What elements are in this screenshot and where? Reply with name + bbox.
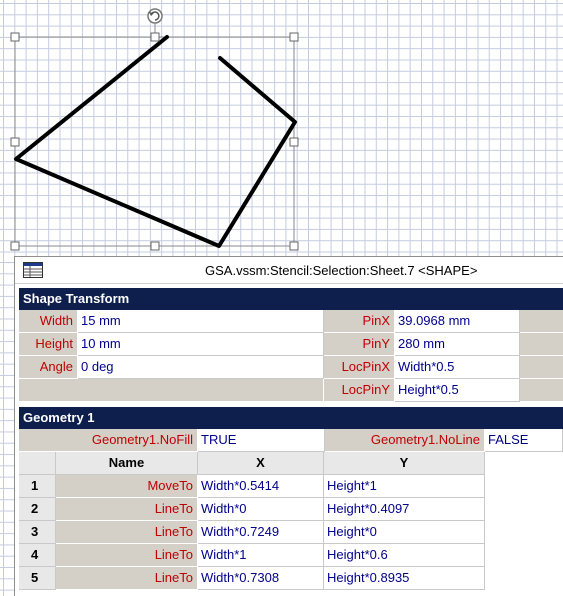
geometry-row: 5 LineTo Width*0.7308 Height*0.8935 [19, 567, 563, 590]
transform-filler [520, 310, 563, 333]
rotation-handle-icon[interactable] [147, 8, 163, 24]
header-filler [485, 452, 563, 475]
shapesheet-titlebar[interactable]: GSA.vssm:Stencil:Selection:Sheet.7 <SHAP… [15, 257, 563, 284]
column-header-x[interactable]: X [198, 452, 324, 475]
piny-value[interactable]: 280 mm [395, 333, 520, 356]
row-y-value[interactable]: Height*0 [324, 521, 485, 544]
row-y-value[interactable]: Height*0.8935 [324, 567, 485, 590]
geometry-polyline[interactable] [14, 35, 297, 248]
rownum-header [19, 452, 56, 475]
drawing-canvas[interactable] [0, 0, 563, 262]
resize-handle-bottom-right[interactable] [289, 241, 299, 251]
row-name: LineTo [56, 567, 198, 590]
column-header-y[interactable]: Y [324, 452, 485, 475]
row-x-value[interactable]: Width*0 [198, 498, 324, 521]
row-number[interactable]: 2 [19, 498, 56, 521]
row-name: LineTo [56, 498, 198, 521]
noline-label: Geometry1.NoLine [325, 429, 485, 452]
resize-handle-bottom[interactable] [150, 241, 160, 251]
locpinx-value[interactable]: Width*0.5 [395, 356, 520, 379]
width-value[interactable]: 15 mm [78, 310, 324, 333]
transform-row-4: LocPinY Height*0.5 [19, 379, 563, 402]
geometry-props-row: Geometry1.NoFill TRUE Geometry1.NoLine F… [19, 429, 563, 452]
height-value[interactable]: 10 mm [78, 333, 324, 356]
geometry-row: 4 LineTo Width*1 Height*0.6 [19, 544, 563, 567]
resize-handle-top-right[interactable] [289, 32, 299, 42]
angle-label: Angle [19, 356, 78, 379]
row-y-value[interactable]: Height*0.6 [324, 544, 485, 567]
noline-value[interactable]: FALSE [485, 429, 563, 452]
height-label: Height [19, 333, 78, 356]
row-name: MoveTo [56, 475, 198, 498]
geometry-column-header-row: Name X Y [19, 452, 563, 475]
row-x-value[interactable]: Width*0.7308 [198, 567, 324, 590]
transform-row-3: Angle 0 deg LocPinX Width*0.5 [19, 356, 563, 379]
row-y-value[interactable]: Height*0.4097 [324, 498, 485, 521]
nofill-value[interactable]: TRUE [198, 429, 325, 452]
resize-handle-top-left[interactable] [10, 32, 20, 42]
row-x-value[interactable]: Width*0.5414 [198, 475, 324, 498]
row-number[interactable]: 3 [19, 521, 56, 544]
resize-handle-right[interactable] [289, 137, 299, 147]
transform-filler [520, 356, 563, 379]
row-number[interactable]: 5 [19, 567, 56, 590]
row-name: LineTo [56, 544, 198, 567]
shape-drawing[interactable] [0, 0, 563, 262]
transform-empty-cell [19, 379, 324, 402]
row-x-value[interactable]: Width*0.7249 [198, 521, 324, 544]
transform-filler [520, 379, 563, 402]
geometry-row: 3 LineTo Width*0.7249 Height*0 [19, 521, 563, 544]
transform-row-1: Width 15 mm PinX 39.0968 mm [19, 310, 563, 333]
piny-label: PinY [324, 333, 395, 356]
transform-row-2: Height 10 mm PinY 280 mm [19, 333, 563, 356]
row-x-value[interactable]: Width*1 [198, 544, 324, 567]
transform-filler [520, 333, 563, 356]
resize-handle-bottom-left[interactable] [10, 241, 20, 251]
section-header-geometry[interactable]: Geometry 1 [19, 407, 563, 429]
pinx-label: PinX [324, 310, 395, 333]
geometry-row: 2 LineTo Width*0 Height*0.4097 [19, 498, 563, 521]
row-number[interactable]: 1 [19, 475, 56, 498]
geometry-row: 1 MoveTo Width*0.5414 Height*1 [19, 475, 563, 498]
locpiny-value[interactable]: Height*0.5 [395, 379, 520, 402]
selection-box [14, 36, 295, 247]
resize-handle-left[interactable] [10, 137, 20, 147]
resize-handle-top[interactable] [150, 32, 160, 42]
locpinx-label: LocPinX [324, 356, 395, 379]
locpiny-label: LocPinY [324, 379, 395, 402]
canvas-left-strip [0, 262, 14, 596]
nofill-label: Geometry1.NoFill [19, 429, 198, 452]
shapesheet-window-icon [23, 262, 43, 278]
shapesheet-window: GSA.vssm:Stencil:Selection:Sheet.7 <SHAP… [14, 256, 563, 596]
angle-value[interactable]: 0 deg [78, 356, 324, 379]
row-number[interactable]: 4 [19, 544, 56, 567]
width-label: Width [19, 310, 78, 333]
row-y-value[interactable]: Height*1 [324, 475, 485, 498]
window-title: GSA.vssm:Stencil:Selection:Sheet.7 <SHAP… [205, 263, 478, 278]
pinx-value[interactable]: 39.0968 mm [395, 310, 520, 333]
row-name: LineTo [56, 521, 198, 544]
section-header-shape-transform[interactable]: Shape Transform [19, 288, 563, 310]
column-header-name[interactable]: Name [56, 452, 198, 475]
